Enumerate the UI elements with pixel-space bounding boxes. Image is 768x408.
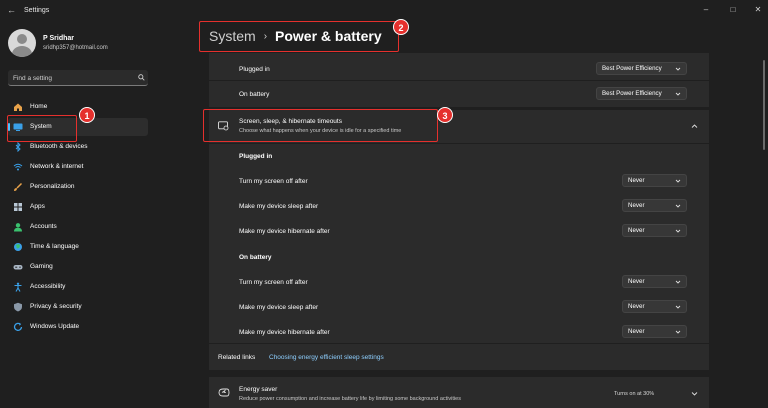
sidebar-item-label: Gaming [30, 263, 53, 270]
plugged-hibernate-label: Make my device hibernate after [239, 228, 330, 235]
sidebar-item-privacy[interactable]: Privacy & security [8, 298, 148, 316]
sidebar-item-label: Privacy & security [30, 303, 82, 310]
sidebar-item-personalization[interactable]: Personalization [8, 178, 148, 196]
dropdown-value: Never [628, 227, 645, 234]
sidebar-item-home[interactable]: Home [8, 98, 148, 116]
search-box[interactable] [8, 70, 148, 86]
accessibility-icon [14, 282, 22, 292]
sidebar-item-apps[interactable]: Apps [8, 198, 148, 216]
power-mode-battery-label: On battery [239, 91, 270, 98]
sidebar-item-label: Home [30, 103, 48, 110]
energy-saver-status: Turns on at 30% [614, 391, 655, 397]
title-bar: ← Settings – □ ✕ [0, 0, 768, 22]
chevron-down-icon [675, 280, 681, 284]
energy-saver-title: Energy saver [239, 386, 278, 393]
battery-screen-off-dropdown[interactable]: Never [622, 275, 687, 288]
plugged-sleep-label: Make my device sleep after [239, 203, 319, 210]
search-input[interactable] [13, 73, 131, 83]
related-links-card: Related links Choosing energy efficient … [209, 344, 709, 370]
energy-saver-icon [218, 388, 230, 397]
annotation-number-1: 1 [79, 107, 95, 123]
sidebar-item-windows-update[interactable]: Windows Update [8, 318, 148, 336]
chevron-down-icon[interactable] [691, 391, 698, 397]
dropdown-value: Never [628, 202, 645, 209]
power-mode-plugged-label: Plugged in [239, 66, 270, 73]
dropdown-value: Best Power Efficiency [602, 65, 662, 72]
search-icon[interactable] [138, 74, 145, 81]
battery-hibernate-label: Make my device hibernate after [239, 329, 330, 336]
battery-sleep-dropdown[interactable]: Never [622, 300, 687, 313]
plugged-screen-off-label: Turn my screen off after [239, 178, 308, 185]
plugged-in-heading: Plugged in [239, 153, 273, 160]
brush-icon [14, 182, 23, 191]
bluetooth-icon [15, 142, 21, 152]
app-title: Settings [24, 7, 50, 14]
dropdown-value: Never [628, 177, 645, 184]
battery-hibernate-dropdown[interactable]: Never [622, 325, 687, 338]
annotation-box-timeouts [203, 109, 438, 142]
divider [209, 80, 709, 81]
home-icon [14, 103, 22, 111]
chevron-down-icon [675, 305, 681, 309]
on-battery-heading: On battery [239, 254, 272, 261]
sidebar-item-accessibility[interactable]: Accessibility [8, 278, 148, 296]
sidebar-item-accounts[interactable]: Accounts [8, 218, 148, 236]
battery-screen-off-label: Turn my screen off after [239, 279, 308, 286]
sidebar-item-label: Bluetooth & devices [30, 143, 88, 150]
dropdown-value: Never [628, 303, 645, 310]
update-icon [13, 322, 23, 331]
annotation-number-2: 2 [393, 19, 409, 35]
related-links-label: Related links [218, 354, 256, 361]
close-icon[interactable]: ✕ [752, 4, 764, 16]
plugged-hibernate-dropdown[interactable]: Never [622, 224, 687, 237]
annotation-number-3: 3 [437, 107, 453, 123]
sidebar-item-time-language[interactable]: Time & language [8, 238, 148, 256]
timeouts-body: Plugged in Turn my screen off after Neve… [209, 144, 709, 343]
sidebar-item-label: Accessibility [30, 283, 66, 290]
globe-icon [14, 243, 22, 251]
plugged-sleep-dropdown[interactable]: Never [622, 199, 687, 212]
battery-sleep-label: Make my device sleep after [239, 304, 319, 311]
dropdown-value: Best Power Efficiency [602, 90, 662, 97]
power-mode-card: Plugged in Best Power Efficiency On batt… [209, 53, 709, 107]
wifi-icon [13, 163, 23, 171]
sidebar-item-label: Windows Update [30, 323, 80, 330]
chevron-down-icon [675, 229, 681, 233]
minimize-icon[interactable]: – [700, 4, 712, 16]
chevron-down-icon [675, 179, 681, 183]
avatar[interactable] [8, 29, 36, 57]
plugged-screen-off-dropdown[interactable]: Never [622, 174, 687, 187]
sidebar-item-label: Network & internet [30, 163, 84, 170]
dropdown-value: Never [628, 278, 645, 285]
energy-efficient-sleep-link[interactable]: Choosing energy efficient sleep settings [269, 354, 384, 361]
annotation-box-breadcrumb [199, 21, 399, 52]
back-arrow-icon[interactable]: ← [7, 5, 17, 15]
chevron-down-icon [675, 92, 681, 96]
apps-icon [14, 203, 22, 211]
accounts-icon [14, 223, 22, 232]
user-email: sridhp357@hotmail.com [43, 45, 108, 51]
sidebar-item-label: Apps [30, 203, 45, 210]
maximize-icon[interactable]: □ [727, 4, 739, 16]
chevron-down-icon [675, 204, 681, 208]
chevron-up-icon[interactable] [691, 123, 698, 129]
chevron-down-icon [675, 67, 681, 71]
energy-saver-description: Reduce power consumption and increase ba… [239, 396, 461, 402]
sidebar-item-network[interactable]: Network & internet [8, 158, 148, 176]
chevron-down-icon [675, 330, 681, 334]
sidebar-item-gaming[interactable]: Gaming [8, 258, 148, 276]
energy-saver-card[interactable]: Energy saver Reduce power consumption an… [209, 377, 709, 408]
sidebar-item-label: Time & language [30, 243, 79, 250]
gamepad-icon [13, 265, 23, 270]
user-name: P Sridhar [43, 35, 74, 42]
annotation-box-system [7, 115, 77, 142]
scrollbar[interactable] [763, 60, 765, 150]
sidebar-item-label: Accounts [30, 223, 57, 230]
shield-icon [14, 302, 22, 312]
power-mode-plugged-dropdown[interactable]: Best Power Efficiency [596, 62, 687, 75]
dropdown-value: Never [628, 328, 645, 335]
power-mode-battery-dropdown[interactable]: Best Power Efficiency [596, 87, 687, 100]
sidebar-item-label: Personalization [30, 183, 75, 190]
